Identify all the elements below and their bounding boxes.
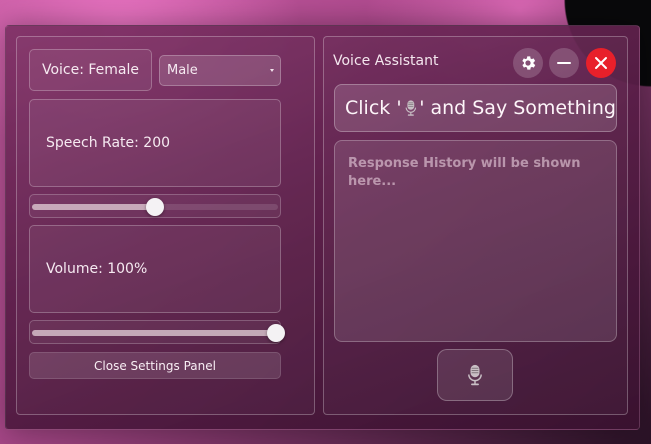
prompt-prefix: Click ': [345, 97, 402, 119]
prompt-suffix: ' and Say Something: [419, 97, 616, 119]
microphone-icon: [468, 364, 482, 386]
gear-icon: [522, 56, 536, 70]
voice-select-value: Male: [167, 63, 198, 78]
speech-rate-label: Speech Rate: 200: [29, 99, 281, 187]
prompt-banner: Click ' ' and Say Something: [334, 84, 617, 132]
slider-handle[interactable]: [146, 198, 164, 216]
microphone-button[interactable]: [437, 349, 513, 401]
minus-icon: [557, 62, 571, 64]
voice-label: Voice: Female: [29, 49, 152, 91]
volume-label: Volume: 100%: [29, 225, 281, 313]
microphone-icon: [405, 100, 416, 116]
app-title: Voice Assistant: [333, 53, 439, 69]
chevron-down-icon: [270, 69, 274, 72]
voice-select[interactable]: Male: [159, 55, 281, 86]
settings-button[interactable]: [513, 48, 543, 78]
slider-fill: [32, 204, 155, 210]
volume-slider[interactable]: [29, 320, 285, 344]
close-settings-panel-button[interactable]: Close Settings Panel: [29, 352, 281, 379]
speech-rate-slider[interactable]: [29, 194, 281, 218]
voice-assistant-window: Voice: Female Male Speech Rate: 200 Volu…: [5, 25, 640, 430]
slider-handle[interactable]: [267, 324, 285, 342]
close-icon: [595, 57, 607, 69]
slider-track: [32, 198, 278, 216]
close-button[interactable]: [586, 48, 616, 78]
minimize-button[interactable]: [549, 48, 579, 78]
slider-track: [32, 324, 285, 342]
response-history[interactable]: Response History will be shown here...: [334, 140, 617, 342]
slider-fill: [32, 330, 278, 336]
